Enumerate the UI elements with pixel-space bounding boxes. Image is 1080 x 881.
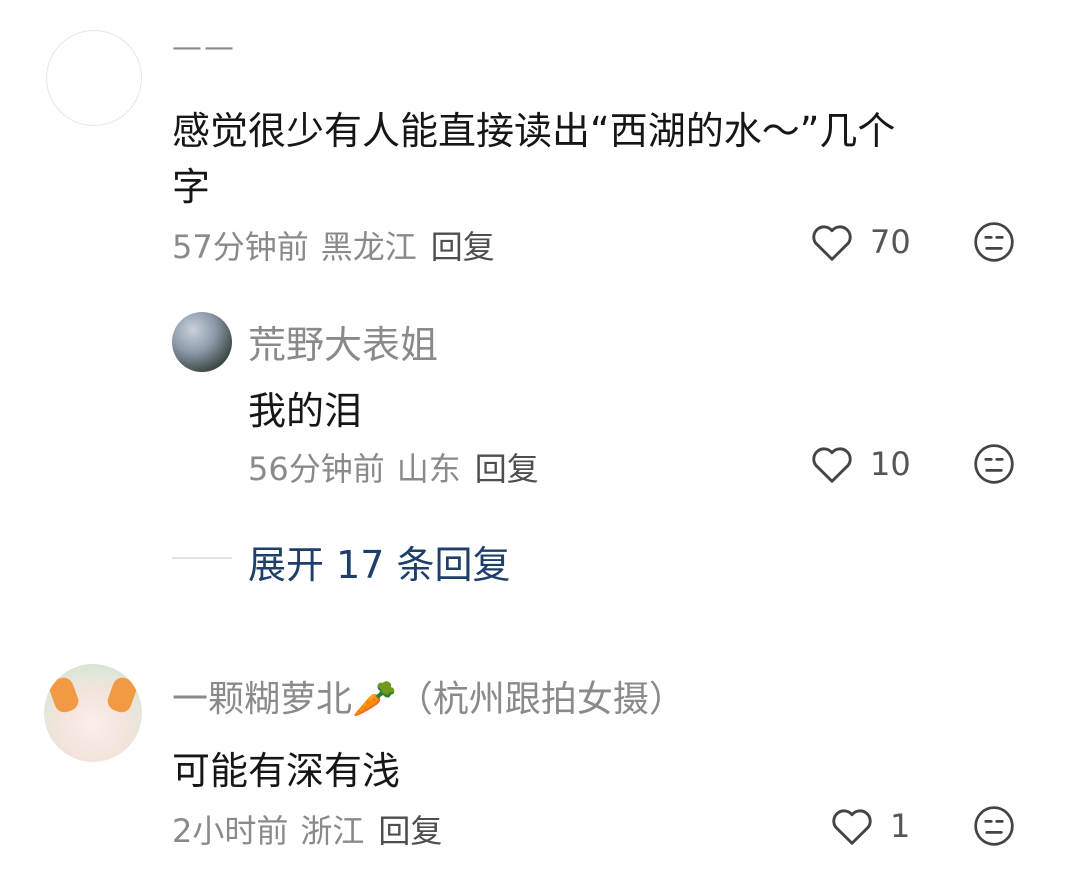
comment-time: 57分钟前 — [172, 228, 309, 266]
reply-username[interactable]: 荒野大表姐 — [248, 314, 438, 369]
comment-text-continued: 字 — [172, 165, 211, 209]
like-count: 1 — [890, 807, 911, 845]
meh-face-icon[interactable] — [972, 220, 1016, 264]
meh-face-icon[interactable] — [972, 442, 1016, 486]
comment-location: 黑龙江 — [320, 228, 417, 266]
comment-text: 可能有深有浅 — [172, 749, 401, 793]
reply-button[interactable]: 回复 — [475, 450, 539, 488]
like-button[interactable]: 10 — [810, 442, 911, 486]
like-count: 10 — [870, 445, 911, 483]
avatar[interactable] — [172, 312, 232, 372]
comment-username[interactable]: 一颗糊萝北🥕（杭州跟拍女摄） — [172, 670, 685, 722]
reply-button[interactable]: 回复 — [431, 228, 495, 266]
comment-time: 56分钟前 — [248, 450, 385, 488]
heart-outline-icon — [810, 222, 854, 262]
reply-button[interactable]: 回复 — [378, 812, 442, 850]
avatar[interactable] — [46, 30, 142, 126]
comment-username[interactable]: —— — [172, 30, 236, 65]
expand-replies-button[interactable]: 展开 17 条回复 — [248, 534, 511, 589]
like-button[interactable]: 1 — [830, 804, 910, 848]
comment-meta: 57分钟前 黑龙江 回复 — [172, 222, 495, 268]
like-button[interactable]: 70 — [810, 220, 911, 264]
heart-outline-icon — [810, 444, 854, 484]
reply-meta: 56分钟前 山东 回复 — [248, 444, 539, 490]
heart-outline-icon — [830, 806, 874, 846]
like-count: 70 — [870, 223, 911, 261]
comment-text: 感觉很少有人能直接读出“西湖的水～”几个 — [172, 109, 896, 153]
comment-time: 2小时前 — [172, 812, 289, 850]
expand-divider — [172, 557, 232, 559]
comment-location: 山东 — [396, 450, 461, 488]
meh-face-icon[interactable] — [972, 804, 1016, 848]
reply-text: 我的泪 — [248, 389, 363, 433]
comment-location: 浙江 — [300, 812, 365, 850]
avatar-decoration — [104, 674, 140, 716]
comment-meta: 2小时前 浙江 回复 — [172, 806, 442, 852]
avatar-decoration — [46, 674, 82, 716]
avatar[interactable] — [44, 664, 142, 762]
